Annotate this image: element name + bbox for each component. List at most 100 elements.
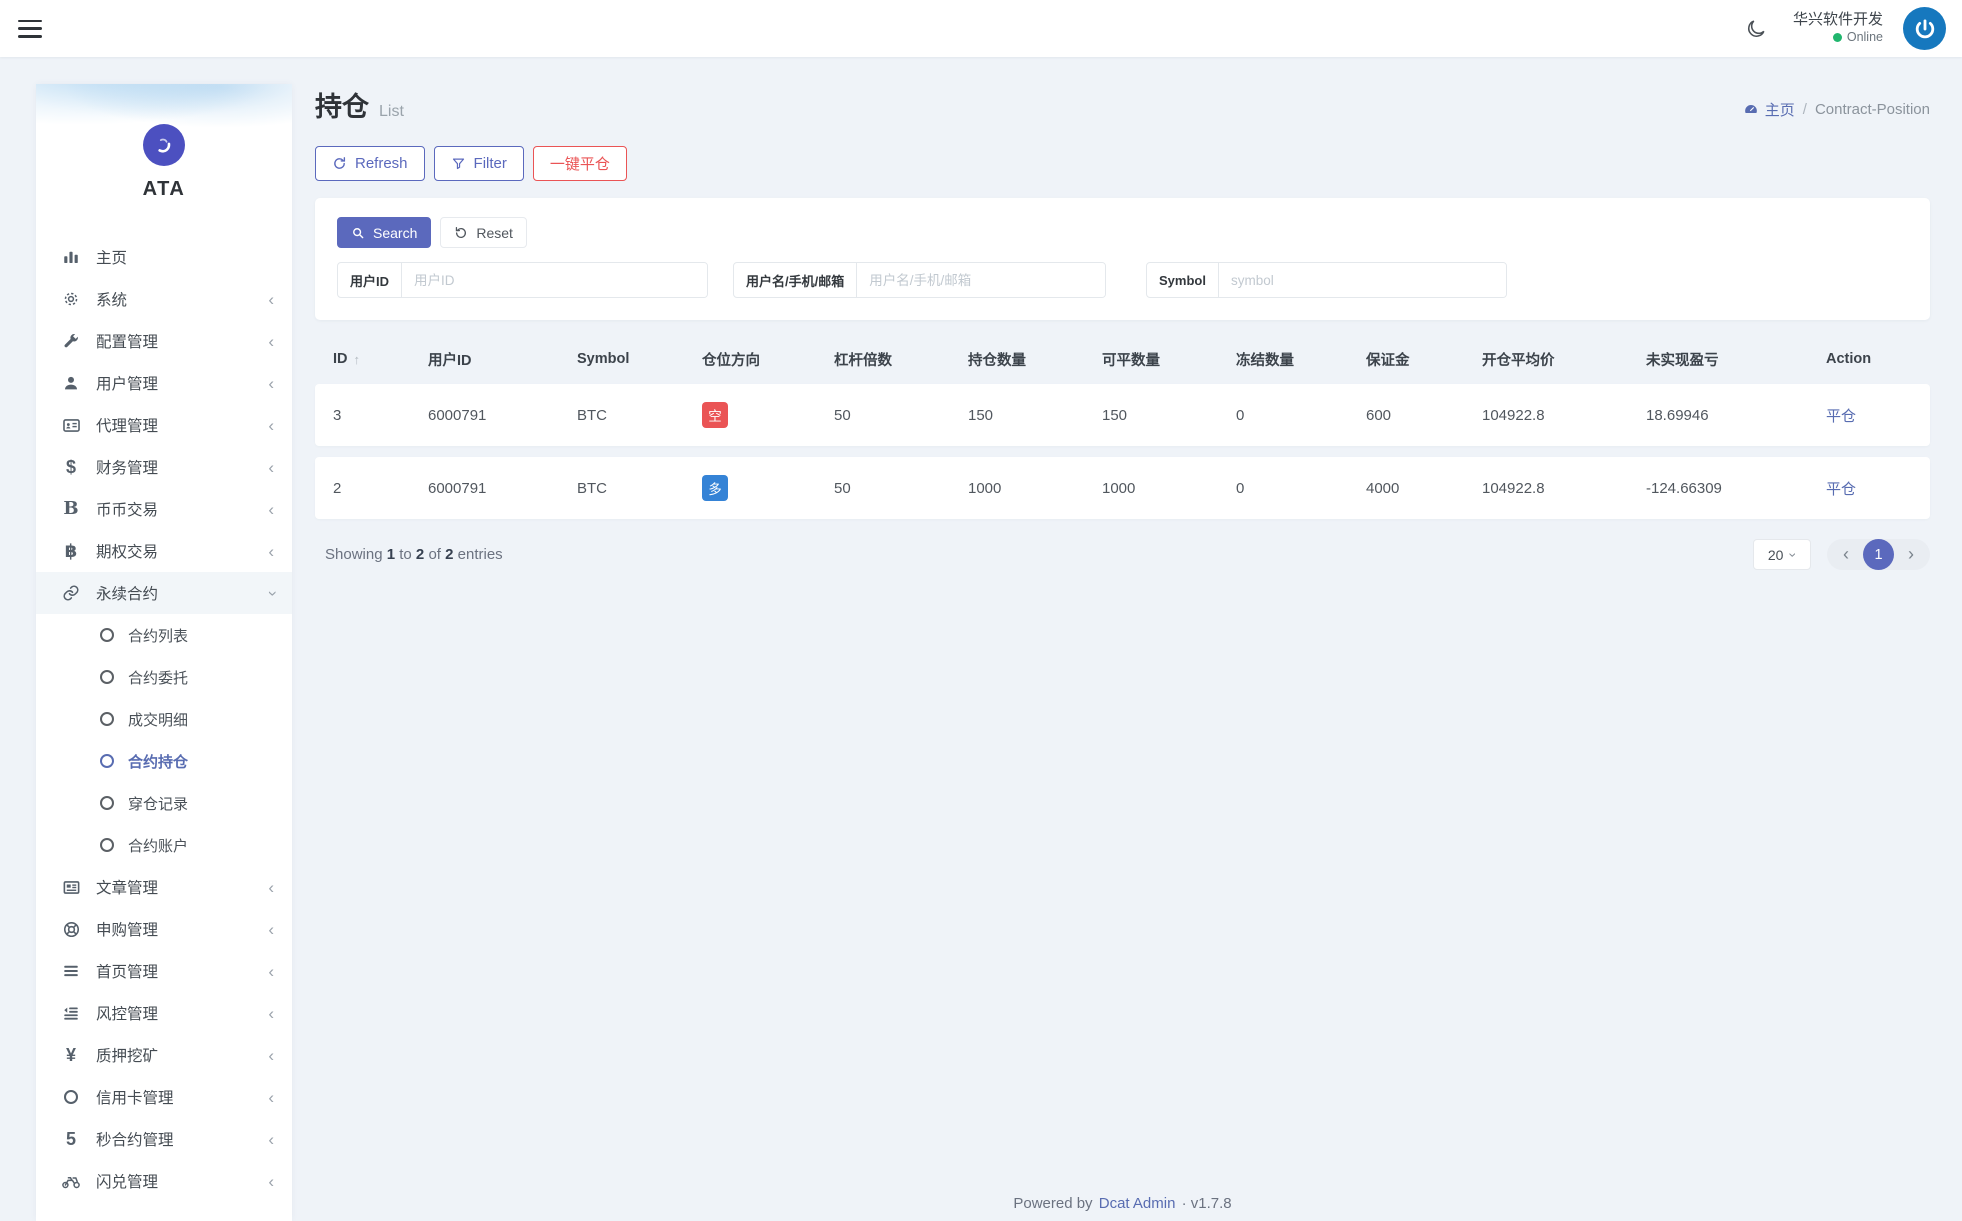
symbol-input[interactable]: [1219, 263, 1506, 297]
online-status: Online: [1847, 30, 1883, 46]
motorcycle-icon: [60, 1171, 82, 1191]
sidebar-item-flash-swap[interactable]: 闪兑管理 ‹: [36, 1160, 292, 1202]
dark-mode-toggle[interactable]: [1739, 12, 1773, 46]
chevron-left-icon: ‹: [268, 921, 274, 938]
chevron-left-icon: ‹: [268, 291, 274, 308]
user-menu[interactable]: 华兴软件开发 Online: [1793, 11, 1883, 45]
sidebar: ATA 主页 系统 ‹ 配置管理 ‹ 用户管理: [36, 84, 292, 1221]
sidebar-subitem-contract-list[interactable]: 合约列表: [36, 614, 292, 656]
sidebar-item-agents[interactable]: 代理管理 ‹: [36, 404, 292, 446]
column-header-action: Action: [1826, 351, 1920, 367]
search-icon: [351, 226, 365, 240]
sidebar-item-subscription[interactable]: 申购管理 ‹: [36, 908, 292, 950]
moon-icon: [1745, 18, 1767, 40]
chart-bar-icon: [60, 248, 82, 266]
sidebar-item-spot-trade[interactable]: B 币币交易 ‹: [36, 488, 292, 530]
table-header: ID↑ 用户ID Symbol 仓位方向 杠杆倍数 持仓数量 可平数量 冻结数量…: [315, 334, 1930, 384]
breadcrumb-separator: /: [1803, 101, 1807, 118]
brand-header: ATA: [36, 84, 292, 212]
cell-user-id: 6000791: [428, 407, 577, 424]
sidebar-item-config[interactable]: 配置管理 ‹: [36, 320, 292, 362]
sidebar-item-system[interactable]: 系统 ‹: [36, 278, 292, 320]
sidebar-toggle-icon[interactable]: [18, 20, 42, 38]
refresh-button[interactable]: Refresh: [315, 146, 425, 181]
sidebar-item-home[interactable]: 主页: [36, 236, 292, 278]
breadcrumb-home-link[interactable]: 主页: [1743, 99, 1795, 120]
dcat-admin-link[interactable]: Dcat Admin: [1099, 1195, 1176, 1212]
breadcrumb-current: Contract-Position: [1815, 101, 1930, 118]
close-position-link[interactable]: 平仓: [1826, 481, 1856, 498]
search-button[interactable]: Search: [337, 217, 431, 248]
chevron-left-icon: ‹: [268, 417, 274, 434]
breadcrumb: 主页 / Contract-Position: [1743, 99, 1930, 124]
column-header-direction: 仓位方向: [702, 349, 834, 370]
cell-avg-price: 104922.8: [1482, 480, 1646, 497]
sidebar-subitem-contract-positions[interactable]: 合约持仓: [36, 740, 292, 782]
letter-b-icon: B: [60, 500, 82, 518]
filter-icon: [451, 156, 466, 171]
sidebar-item-second-contract[interactable]: 5 秒合约管理 ‹: [36, 1118, 292, 1160]
cell-id: 2: [333, 480, 428, 497]
sidebar-item-risk-control[interactable]: 风控管理 ‹: [36, 992, 292, 1034]
column-header-pnl: 未实现盈亏: [1646, 349, 1826, 370]
sidebar-item-users[interactable]: 用户管理 ‹: [36, 362, 292, 404]
brand-logo[interactable]: [143, 124, 185, 166]
close-all-positions-button[interactable]: 一键平仓: [533, 146, 627, 181]
column-header-id[interactable]: ID↑: [333, 351, 428, 367]
pagination: ‹ 1 ›: [1827, 539, 1930, 570]
column-header-amount: 持仓数量: [968, 349, 1102, 370]
username-input[interactable]: [857, 263, 1105, 297]
sidebar-item-articles[interactable]: 文章管理 ‹: [36, 866, 292, 908]
filter-button[interactable]: Filter: [434, 146, 524, 181]
bars-icon: [60, 962, 82, 980]
entries-info: Showing 1 to 2 of 2 entries: [325, 546, 503, 563]
sidebar-item-finance[interactable]: $ 财务管理 ‹: [36, 446, 292, 488]
prev-page-button[interactable]: ‹: [1833, 542, 1859, 568]
main-content: 持仓List 主页 / Contract-Position Refresh Fi…: [292, 57, 1962, 1221]
per-page-select[interactable]: 20 ›: [1753, 539, 1811, 570]
sidebar-item-options-trade[interactable]: ฿ 期权交易 ‹: [36, 530, 292, 572]
online-dot-icon: [1833, 33, 1842, 42]
user-id-label: 用户ID: [338, 263, 402, 297]
cell-margin: 4000: [1366, 480, 1482, 497]
sidebar-subitem-liquidation-records[interactable]: 穿仓记录: [36, 782, 292, 824]
user-id-input[interactable]: [402, 263, 707, 297]
top-navbar: 华兴软件开发 Online: [0, 0, 1962, 57]
cell-amount: 1000: [968, 480, 1102, 497]
five-icon: 5: [60, 1130, 82, 1148]
swirl-logo-icon: [151, 132, 177, 158]
sort-asc-icon: ↑: [354, 352, 361, 367]
sidebar-item-credit-card[interactable]: 信用卡管理 ‹: [36, 1076, 292, 1118]
sidebar-subitem-contract-accounts[interactable]: 合约账户: [36, 824, 292, 866]
direction-long-badge: 多: [702, 475, 728, 501]
gear-icon: [60, 290, 82, 308]
column-header-leverage: 杠杆倍数: [834, 349, 968, 370]
chevron-down-icon: ›: [1787, 552, 1801, 557]
avatar[interactable]: [1903, 7, 1946, 50]
reset-button[interactable]: Reset: [440, 217, 527, 248]
cell-symbol: BTC: [577, 407, 702, 424]
sidebar-item-perpetual[interactable]: 永续合约 ‹: [36, 572, 292, 614]
close-position-link[interactable]: 平仓: [1826, 408, 1856, 425]
circle-bullet-icon: [100, 754, 114, 768]
circle-icon: [60, 1090, 82, 1104]
sidebar-item-homepage[interactable]: 首页管理 ‹: [36, 950, 292, 992]
chevron-left-icon: ‹: [268, 1005, 274, 1022]
cell-closable: 150: [1102, 407, 1236, 424]
username-label: 用户名/手机/邮箱: [734, 263, 857, 297]
wrench-icon: [60, 332, 82, 350]
page-title-block: 持仓List: [315, 85, 404, 124]
chevron-left-icon: ‹: [268, 501, 274, 518]
cell-avg-price: 104922.8: [1482, 407, 1646, 424]
cell-symbol: BTC: [577, 480, 702, 497]
sidebar-subitem-trade-details[interactable]: 成交明细: [36, 698, 292, 740]
sidebar-subitem-contract-orders[interactable]: 合约委托: [36, 656, 292, 698]
sidebar-item-staking[interactable]: ¥ 质押挖矿 ‹: [36, 1034, 292, 1076]
next-page-button[interactable]: ›: [1898, 542, 1924, 568]
chevron-left-icon: ‹: [268, 1131, 274, 1148]
current-page-button[interactable]: 1: [1863, 539, 1894, 570]
chevron-left-icon: ‹: [268, 459, 274, 476]
column-header-avg-price: 开仓平均价: [1482, 349, 1646, 370]
cell-user-id: 6000791: [428, 480, 577, 497]
life-ring-icon: [60, 920, 82, 939]
